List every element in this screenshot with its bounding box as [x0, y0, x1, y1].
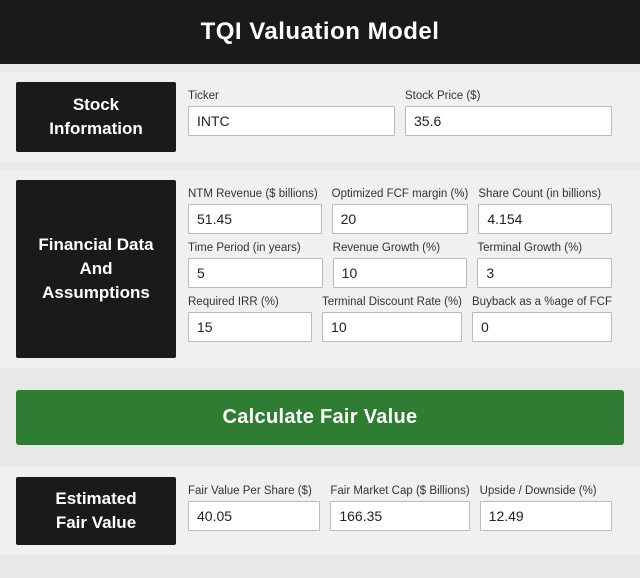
fair-market-cap-label: Fair Market Cap ($ Billions)	[330, 485, 469, 497]
financial-data-text: Financial DataAndAssumptions	[38, 233, 153, 304]
stock-information-label: StockInformation	[16, 82, 176, 152]
financial-row-1: NTM Revenue ($ billions) Optimized FCF m…	[188, 188, 612, 234]
ntm-revenue-input[interactable]	[188, 204, 322, 234]
revenue-growth-label: Revenue Growth (%)	[333, 242, 468, 254]
optimized-fcf-label: Optimized FCF margin (%)	[332, 188, 469, 200]
stock-information-content: Ticker Stock Price ($)	[176, 82, 624, 152]
financial-row-3: Required IRR (%) Terminal Discount Rate …	[188, 296, 612, 342]
required-irr-input[interactable]	[188, 312, 312, 342]
terminal-discount-label: Terminal Discount Rate (%)	[322, 296, 462, 308]
upside-downside-input[interactable]	[480, 501, 612, 531]
required-irr-group: Required IRR (%)	[188, 296, 312, 342]
fair-value-per-share-label: Fair Value Per Share ($)	[188, 485, 320, 497]
terminal-discount-group: Terminal Discount Rate (%)	[322, 296, 462, 342]
estimated-fair-value-text: EstimatedFair Value	[55, 487, 136, 535]
stock-information-section: StockInformation Ticker Stock Price ($)	[0, 72, 640, 162]
fair-market-cap-input[interactable]	[330, 501, 469, 531]
calculate-fair-value-button[interactable]: Calculate Fair Value	[16, 390, 624, 445]
revenue-growth-group: Revenue Growth (%)	[333, 242, 468, 288]
fair-value-per-share-input[interactable]	[188, 501, 320, 531]
optimized-fcf-input[interactable]	[332, 204, 469, 234]
ticker-input[interactable]	[188, 106, 395, 136]
fair-value-per-share-group: Fair Value Per Share ($)	[188, 485, 320, 531]
terminal-growth-group: Terminal Growth (%)	[477, 242, 612, 288]
stock-information-text: StockInformation	[49, 93, 143, 141]
share-count-label: Share Count (in billions)	[478, 188, 612, 200]
time-period-input[interactable]	[188, 258, 323, 288]
estimated-fair-value-section: EstimatedFair Value Fair Value Per Share…	[0, 467, 640, 555]
share-count-input[interactable]	[478, 204, 612, 234]
financial-data-section: Financial DataAndAssumptions NTM Revenue…	[0, 170, 640, 368]
required-irr-label: Required IRR (%)	[188, 296, 312, 308]
ticker-label: Ticker	[188, 90, 395, 102]
fair-market-cap-group: Fair Market Cap ($ Billions)	[330, 485, 469, 531]
optimized-fcf-group: Optimized FCF margin (%)	[332, 188, 469, 234]
buyback-label: Buyback as a %age of FCF	[472, 296, 612, 308]
terminal-growth-label: Terminal Growth (%)	[477, 242, 612, 254]
stock-price-input[interactable]	[405, 106, 612, 136]
stock-field-row: Ticker Stock Price ($)	[188, 90, 612, 136]
time-period-group: Time Period (in years)	[188, 242, 323, 288]
result-row: Fair Value Per Share ($) Fair Market Cap…	[188, 485, 612, 531]
ntm-revenue-label: NTM Revenue ($ billions)	[188, 188, 322, 200]
financial-row-2: Time Period (in years) Revenue Growth (%…	[188, 242, 612, 288]
upside-downside-label: Upside / Downside (%)	[480, 485, 612, 497]
financial-data-label: Financial DataAndAssumptions	[16, 180, 176, 358]
share-count-group: Share Count (in billions)	[478, 188, 612, 234]
revenue-growth-input[interactable]	[333, 258, 468, 288]
calculate-section: Calculate Fair Value	[0, 376, 640, 459]
estimated-fair-value-label: EstimatedFair Value	[16, 477, 176, 545]
time-period-label: Time Period (in years)	[188, 242, 323, 254]
page-header: TQI Valuation Model	[0, 0, 640, 64]
ntm-revenue-group: NTM Revenue ($ billions)	[188, 188, 322, 234]
terminal-discount-input[interactable]	[322, 312, 462, 342]
page-title: TQI Valuation Model	[201, 18, 440, 45]
ticker-group: Ticker	[188, 90, 395, 136]
estimated-fair-value-content: Fair Value Per Share ($) Fair Market Cap…	[176, 477, 624, 545]
upside-downside-group: Upside / Downside (%)	[480, 485, 612, 531]
stock-price-group: Stock Price ($)	[405, 90, 612, 136]
terminal-growth-input[interactable]	[477, 258, 612, 288]
buyback-input[interactable]	[472, 312, 612, 342]
stock-price-label: Stock Price ($)	[405, 90, 612, 102]
buyback-group: Buyback as a %age of FCF	[472, 296, 612, 342]
financial-data-content: NTM Revenue ($ billions) Optimized FCF m…	[176, 180, 624, 358]
